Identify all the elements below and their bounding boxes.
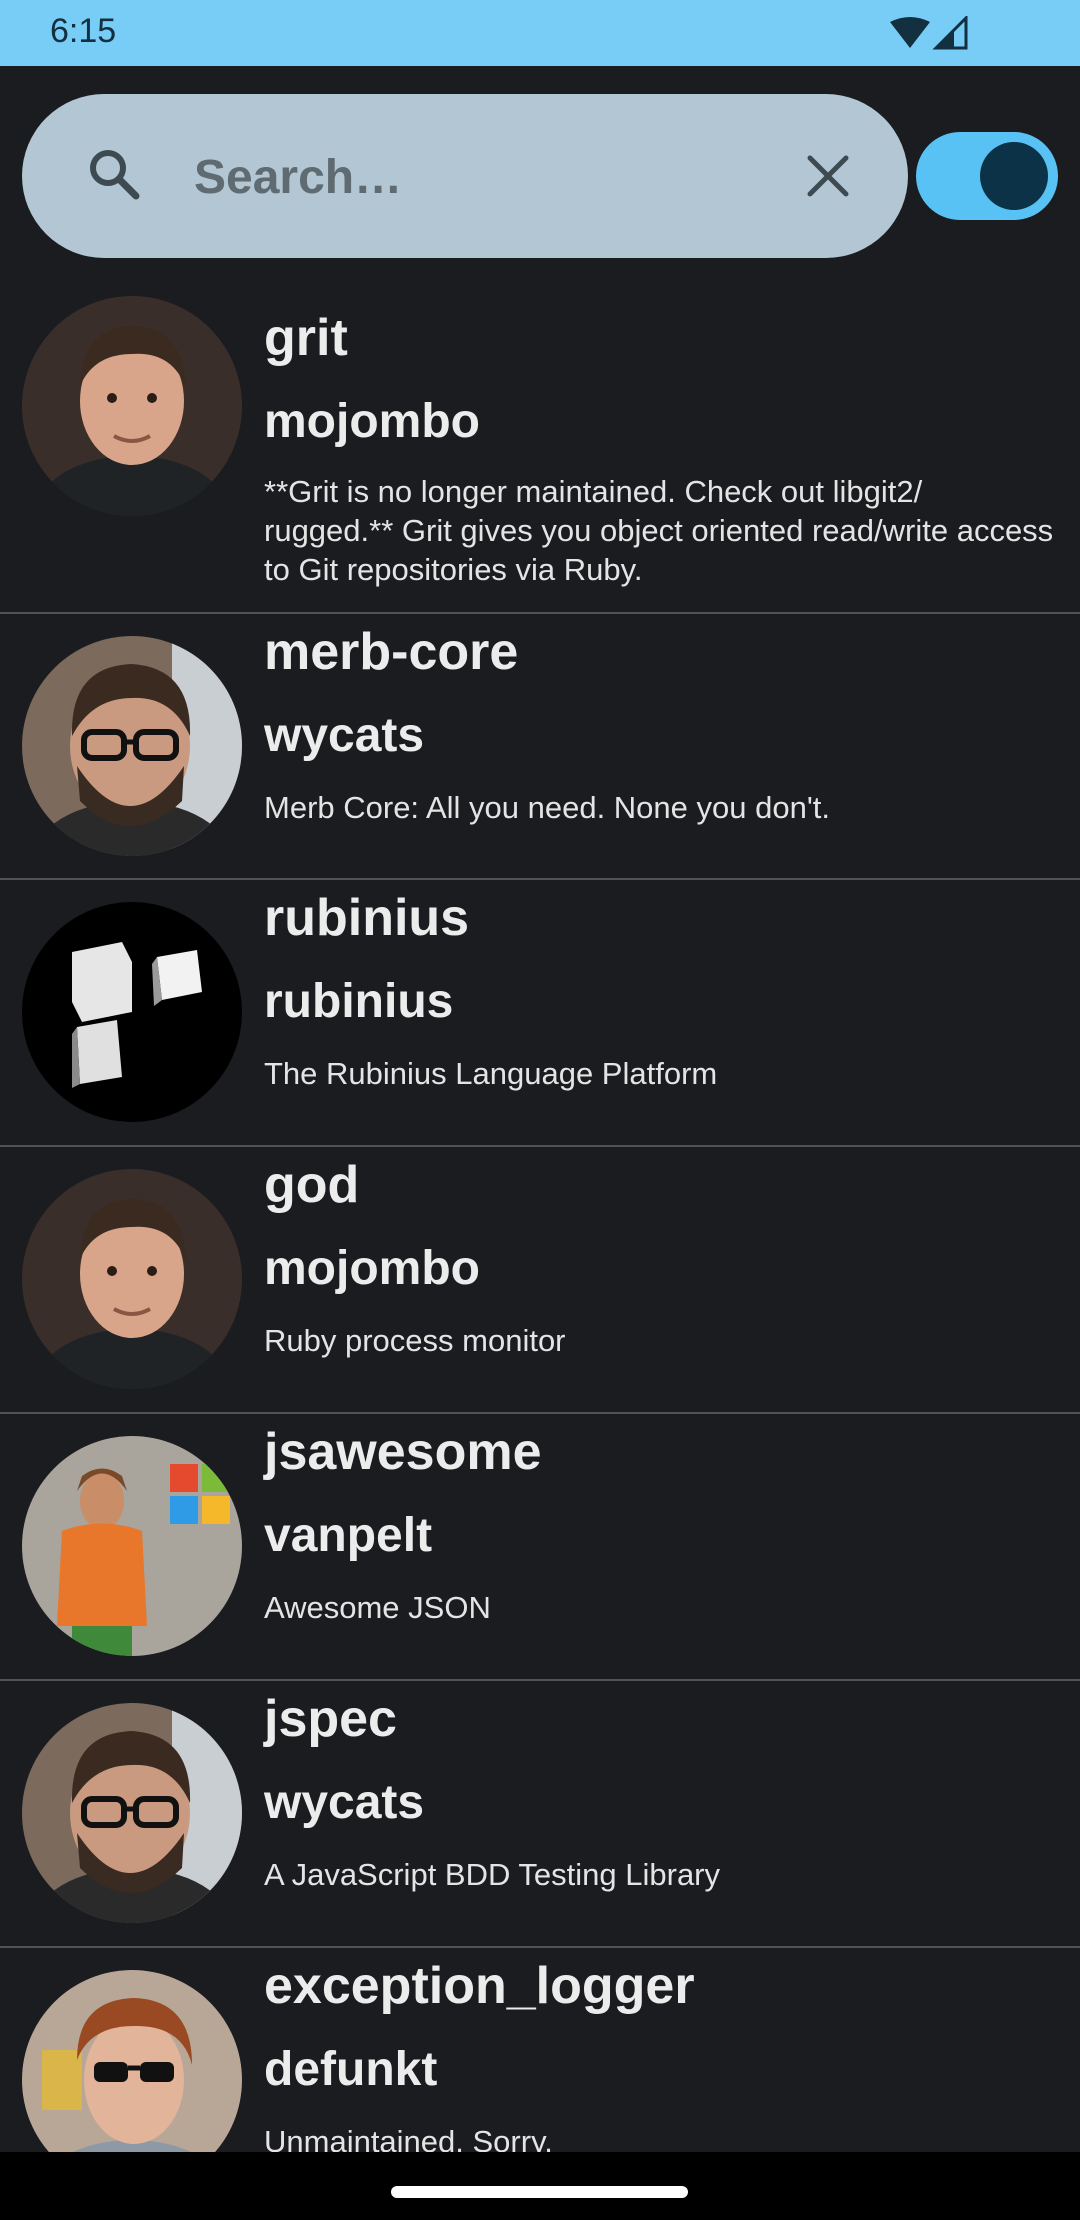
mojombo-avatar xyxy=(22,1169,242,1389)
mojombo-avatar xyxy=(22,296,242,516)
avatar[interactable] xyxy=(22,296,242,516)
repo-description: Ruby process monitor xyxy=(264,1323,566,1358)
list-item[interactable]: merb-core wycats Merb Core: All you need… xyxy=(0,614,1080,880)
status-icons xyxy=(888,14,968,50)
theme-toggle-switch[interactable] xyxy=(916,132,1058,220)
toggle-knob[interactable] xyxy=(980,142,1048,210)
search-area xyxy=(0,66,1080,296)
repo-description: Merb Core: All you need. None you don't. xyxy=(264,790,830,825)
list-item[interactable]: god mojombo Ruby process monitor xyxy=(0,1147,1080,1414)
repo-description: A JavaScript BDD Testing Library xyxy=(264,1857,721,1892)
repo-owner: wycats xyxy=(264,709,425,762)
defunkt-avatar xyxy=(22,1970,242,2152)
home-gesture-handle[interactable] xyxy=(391,2186,688,2198)
vanpelt-avatar xyxy=(22,1436,242,1656)
list-item[interactable]: jspec wycats A JavaScript BDD Testing Li… xyxy=(0,1681,1080,1948)
navigation-bar xyxy=(0,2152,1080,2220)
wifi-icon xyxy=(890,14,968,50)
avatar[interactable] xyxy=(22,636,242,856)
list-item[interactable]: rubinius rubinius The Rubinius Language … xyxy=(0,880,1080,1147)
repo-name: rubinius xyxy=(264,889,470,947)
list-item[interactable]: grit mojombo **Grit is no longer maintai… xyxy=(0,296,1080,614)
avatar[interactable] xyxy=(22,902,242,1122)
rubinius-logo-avatar xyxy=(22,902,242,1122)
avatar[interactable] xyxy=(22,1436,242,1656)
list-item[interactable]: jsawesome vanpelt Awesome JSON xyxy=(0,1414,1080,1681)
avatar[interactable] xyxy=(22,1169,242,1389)
repo-name: grit xyxy=(264,309,348,367)
repo-description: **Grit is no longer maintained. Check ou… xyxy=(264,474,1054,587)
repo-name: exception_logger xyxy=(264,1957,695,2015)
list-item[interactable]: exception_logger defunkt Unmaintained. S… xyxy=(0,1948,1080,2152)
status-bar: 6:15 xyxy=(0,0,1080,66)
repo-list[interactable]: grit mojombo **Grit is no longer maintai… xyxy=(0,296,1080,2152)
repo-owner: wycats xyxy=(264,1776,425,1829)
search-bar[interactable] xyxy=(22,94,908,258)
repo-owner: defunkt xyxy=(264,2043,438,2096)
repo-description: The Rubinius Language Platform xyxy=(264,1056,718,1091)
wycats-avatar xyxy=(22,636,242,856)
search-icon xyxy=(90,150,140,200)
repo-owner: rubinius xyxy=(264,975,454,1028)
repo-name: god xyxy=(264,1156,360,1214)
repo-owner: mojombo xyxy=(264,1242,480,1295)
repo-description: Unmaintained. Sorry. xyxy=(264,2124,553,2152)
repo-description: Awesome JSON xyxy=(264,1590,491,1625)
repo-owner: mojombo xyxy=(264,395,480,448)
repo-name: jspec xyxy=(264,1690,397,1748)
repo-name: merb-core xyxy=(264,623,519,681)
search-input[interactable] xyxy=(192,134,756,220)
avatar[interactable] xyxy=(22,1703,242,1923)
repo-name: jsawesome xyxy=(264,1423,542,1481)
wycats-avatar xyxy=(22,1703,242,1923)
close-icon[interactable] xyxy=(792,140,864,212)
avatar[interactable] xyxy=(22,1970,242,2152)
repo-owner: vanpelt xyxy=(264,1509,433,1562)
status-time: 6:15 xyxy=(50,12,117,50)
